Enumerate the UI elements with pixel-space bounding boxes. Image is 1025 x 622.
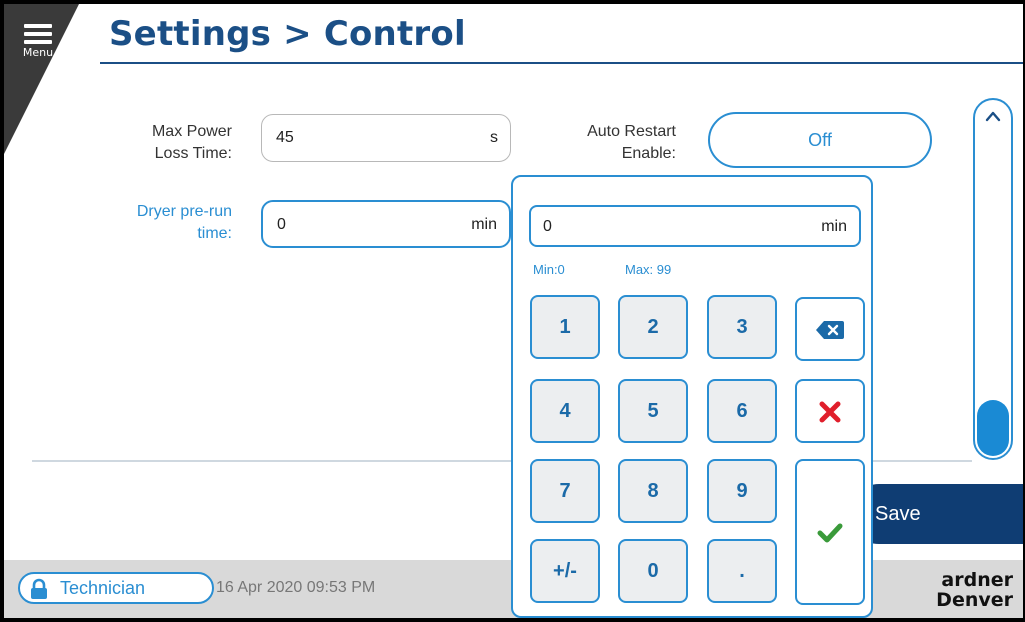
dryer-prerun-label-line1: Dryer pre-run xyxy=(136,203,232,220)
max-power-loss-value: 45 xyxy=(276,129,294,146)
dryer-prerun-input[interactable]: 0 min xyxy=(261,200,511,248)
title-underline xyxy=(100,62,1023,64)
dryer-prerun-label-line2: time: xyxy=(197,225,232,242)
brand-logo: ardner Denver xyxy=(863,570,1023,614)
menu-label: Menu xyxy=(22,46,54,59)
page-title: Settings > Control xyxy=(109,14,466,54)
key-3[interactable]: 3 xyxy=(707,295,777,359)
keypad-min-label: Min:0 xyxy=(533,262,565,277)
check-icon xyxy=(817,523,843,543)
chevron-up-icon[interactable] xyxy=(985,108,1001,124)
key-1[interactable]: 1 xyxy=(530,295,600,359)
dryer-prerun-value: 0 xyxy=(277,216,286,233)
screen: Menu Settings > Control Max Power Loss T… xyxy=(4,4,1023,618)
auto-restart-toggle[interactable]: Off xyxy=(708,112,932,168)
user-role-label: Technician xyxy=(60,578,146,598)
hamburger-icon-bar xyxy=(24,32,52,36)
close-icon xyxy=(819,401,841,423)
key-2[interactable]: 2 xyxy=(618,295,688,359)
auto-restart-label-line1: Auto Restart xyxy=(587,123,676,140)
numeric-keypad: 0 min Min:0 Max: 99 1 2 3 4 5 6 7 8 9 +/… xyxy=(511,175,873,618)
keypad-max-label: Max: 99 xyxy=(625,262,672,277)
scrollbar-thumb[interactable] xyxy=(977,400,1009,456)
dryer-prerun-unit: min xyxy=(471,216,497,233)
key-plus-minus[interactable]: +/- xyxy=(530,539,600,603)
key-7[interactable]: 7 xyxy=(530,459,600,523)
max-power-loss-label-line1: Max Power xyxy=(151,123,232,140)
max-power-loss-input[interactable]: 45 s xyxy=(261,114,511,162)
keypad-input[interactable]: 0 min xyxy=(529,205,861,247)
keypad-unit: min xyxy=(821,218,847,235)
key-0[interactable]: 0 xyxy=(618,539,688,603)
save-button[interactable]: Save xyxy=(849,484,1023,544)
key-decimal[interactable]: . xyxy=(707,539,777,603)
hamburger-icon-bar xyxy=(24,40,52,44)
key-5[interactable]: 5 xyxy=(618,379,688,443)
auto-restart-label-line2: Enable: xyxy=(621,145,676,162)
backspace-icon xyxy=(816,320,844,339)
backspace-button[interactable] xyxy=(795,297,865,361)
user-role-button[interactable]: Technician xyxy=(18,572,214,604)
dryer-prerun-label: Dryer pre-run time: xyxy=(100,201,232,245)
key-4[interactable]: 4 xyxy=(530,379,600,443)
datetime: 16 Apr 2020 09:53 PM xyxy=(216,579,376,596)
lock-icon xyxy=(31,578,47,599)
max-power-loss-label-line2: Loss Time: xyxy=(154,145,232,162)
keypad-value: 0 xyxy=(543,218,552,235)
key-6[interactable]: 6 xyxy=(707,379,777,443)
confirm-button[interactable] xyxy=(795,459,865,605)
menu-button[interactable]: Menu xyxy=(18,18,58,68)
hamburger-icon xyxy=(24,24,52,28)
key-9[interactable]: 9 xyxy=(707,459,777,523)
scrollbar[interactable] xyxy=(973,98,1013,460)
cancel-button[interactable] xyxy=(795,379,865,443)
max-power-loss-unit: s xyxy=(490,129,498,146)
auto-restart-label: Auto Restart Enable: xyxy=(544,121,676,165)
logo-line2: Denver xyxy=(936,589,1013,611)
key-8[interactable]: 8 xyxy=(618,459,688,523)
logo-line1: ardner xyxy=(941,569,1013,591)
max-power-loss-label: Max Power Loss Time: xyxy=(100,121,232,165)
